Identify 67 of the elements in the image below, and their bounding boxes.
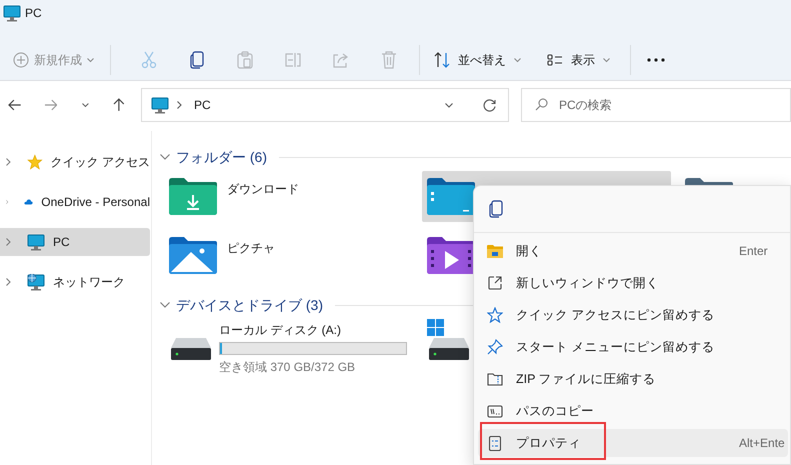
- rename-icon: [284, 52, 302, 68]
- chevron-down-icon: [603, 58, 610, 62]
- view-icon: [547, 54, 563, 66]
- menu-item[interactable]: 開く Enter: [478, 237, 788, 265]
- external-window-icon: [488, 276, 502, 290]
- window-title: PC: [25, 5, 42, 21]
- chevron-right-icon[interactable]: [6, 238, 11, 246]
- pin-icon: [487, 339, 503, 355]
- menu-item[interactable]: ZIP ファイルに圧縮する: [478, 365, 788, 393]
- drive-name: ローカル ディスク (A:): [219, 322, 342, 339]
- address-path[interactable]: PC: [194, 96, 438, 114]
- chevron-down-icon: [514, 58, 521, 62]
- menu-item[interactable]: 新しいウィンドウで開く: [478, 269, 788, 297]
- address-bar[interactable]: PC: [140, 88, 510, 122]
- hard-drive-icon: [169, 338, 213, 361]
- star-icon: [26, 154, 43, 170]
- menu-item[interactable]: スタート メニューにピン留めする: [478, 333, 788, 361]
- folder-tile[interactable]: ピクチャ: [164, 230, 280, 281]
- computer-icon: [27, 234, 45, 250]
- plus-circle-icon: [13, 52, 29, 68]
- sort-icon: [434, 52, 450, 68]
- download-folder-icon: [169, 178, 217, 215]
- pictures-folder-icon: [169, 237, 217, 274]
- copy-icon: [489, 200, 503, 218]
- search-field[interactable]: PCの検索: [521, 88, 791, 122]
- star-outline-icon: [487, 307, 503, 323]
- chevron-down-icon[interactable]: [160, 154, 170, 160]
- free-space-text: 空き領域 370 GB/372 GB: [219, 359, 356, 376]
- search-icon: [535, 98, 548, 111]
- chevron-down-icon: [87, 58, 94, 62]
- computer-icon: [150, 96, 169, 114]
- sidebar-item[interactable]: PC: [0, 228, 150, 256]
- sidebar-item[interactable]: ネットワーク: [0, 268, 150, 296]
- up-arrow-icon[interactable]: [113, 98, 125, 112]
- sidebar-item[interactable]: クイック アクセス: [0, 148, 150, 176]
- chevron-down-icon[interactable]: [445, 102, 454, 108]
- section-heading: デバイスとドライブ (3): [176, 296, 323, 315]
- copy-icon: [190, 51, 204, 69]
- clipboard-icon: [237, 51, 253, 69]
- chevron-right-icon: [176, 101, 182, 109]
- trash-icon: [381, 51, 397, 69]
- network-computer-icon: [27, 274, 45, 290]
- forward-arrow-icon[interactable]: [44, 99, 58, 111]
- section-heading: フォルダー (6): [176, 148, 267, 167]
- chevron-right-icon[interactable]: [6, 158, 11, 166]
- menu-item[interactable]: パスのコピー: [478, 397, 788, 425]
- view-button[interactable]: 表示: [547, 45, 616, 75]
- back-arrow-icon[interactable]: [8, 99, 22, 111]
- share-icon: [332, 52, 350, 68]
- chevron-down-icon[interactable]: [160, 302, 170, 308]
- folder-tile[interactable]: ダウンロード: [164, 171, 304, 222]
- sort-button[interactable]: 並べ替え: [434, 45, 527, 75]
- path-icon: [487, 404, 503, 418]
- chevron-right-icon[interactable]: [6, 198, 8, 206]
- chevron-down-icon[interactable]: [82, 102, 90, 108]
- properties-icon: [489, 436, 501, 450]
- windows-drive-icon: [427, 319, 471, 361]
- more-icon[interactable]: [647, 58, 665, 62]
- refresh-icon[interactable]: [483, 98, 496, 112]
- chevron-right-icon[interactable]: [6, 278, 11, 286]
- folder-icon: [487, 244, 503, 258]
- menu-item[interactable]: クイック アクセスにピン留めする: [478, 301, 788, 329]
- menu-item[interactable]: プロパティ Alt+Ente: [478, 429, 788, 457]
- computer-icon: [3, 5, 21, 22]
- scissors-icon: [141, 51, 157, 69]
- zipped-folder-icon: [487, 372, 503, 386]
- sidebar-item[interactable]: OneDrive - Personal: [0, 188, 150, 216]
